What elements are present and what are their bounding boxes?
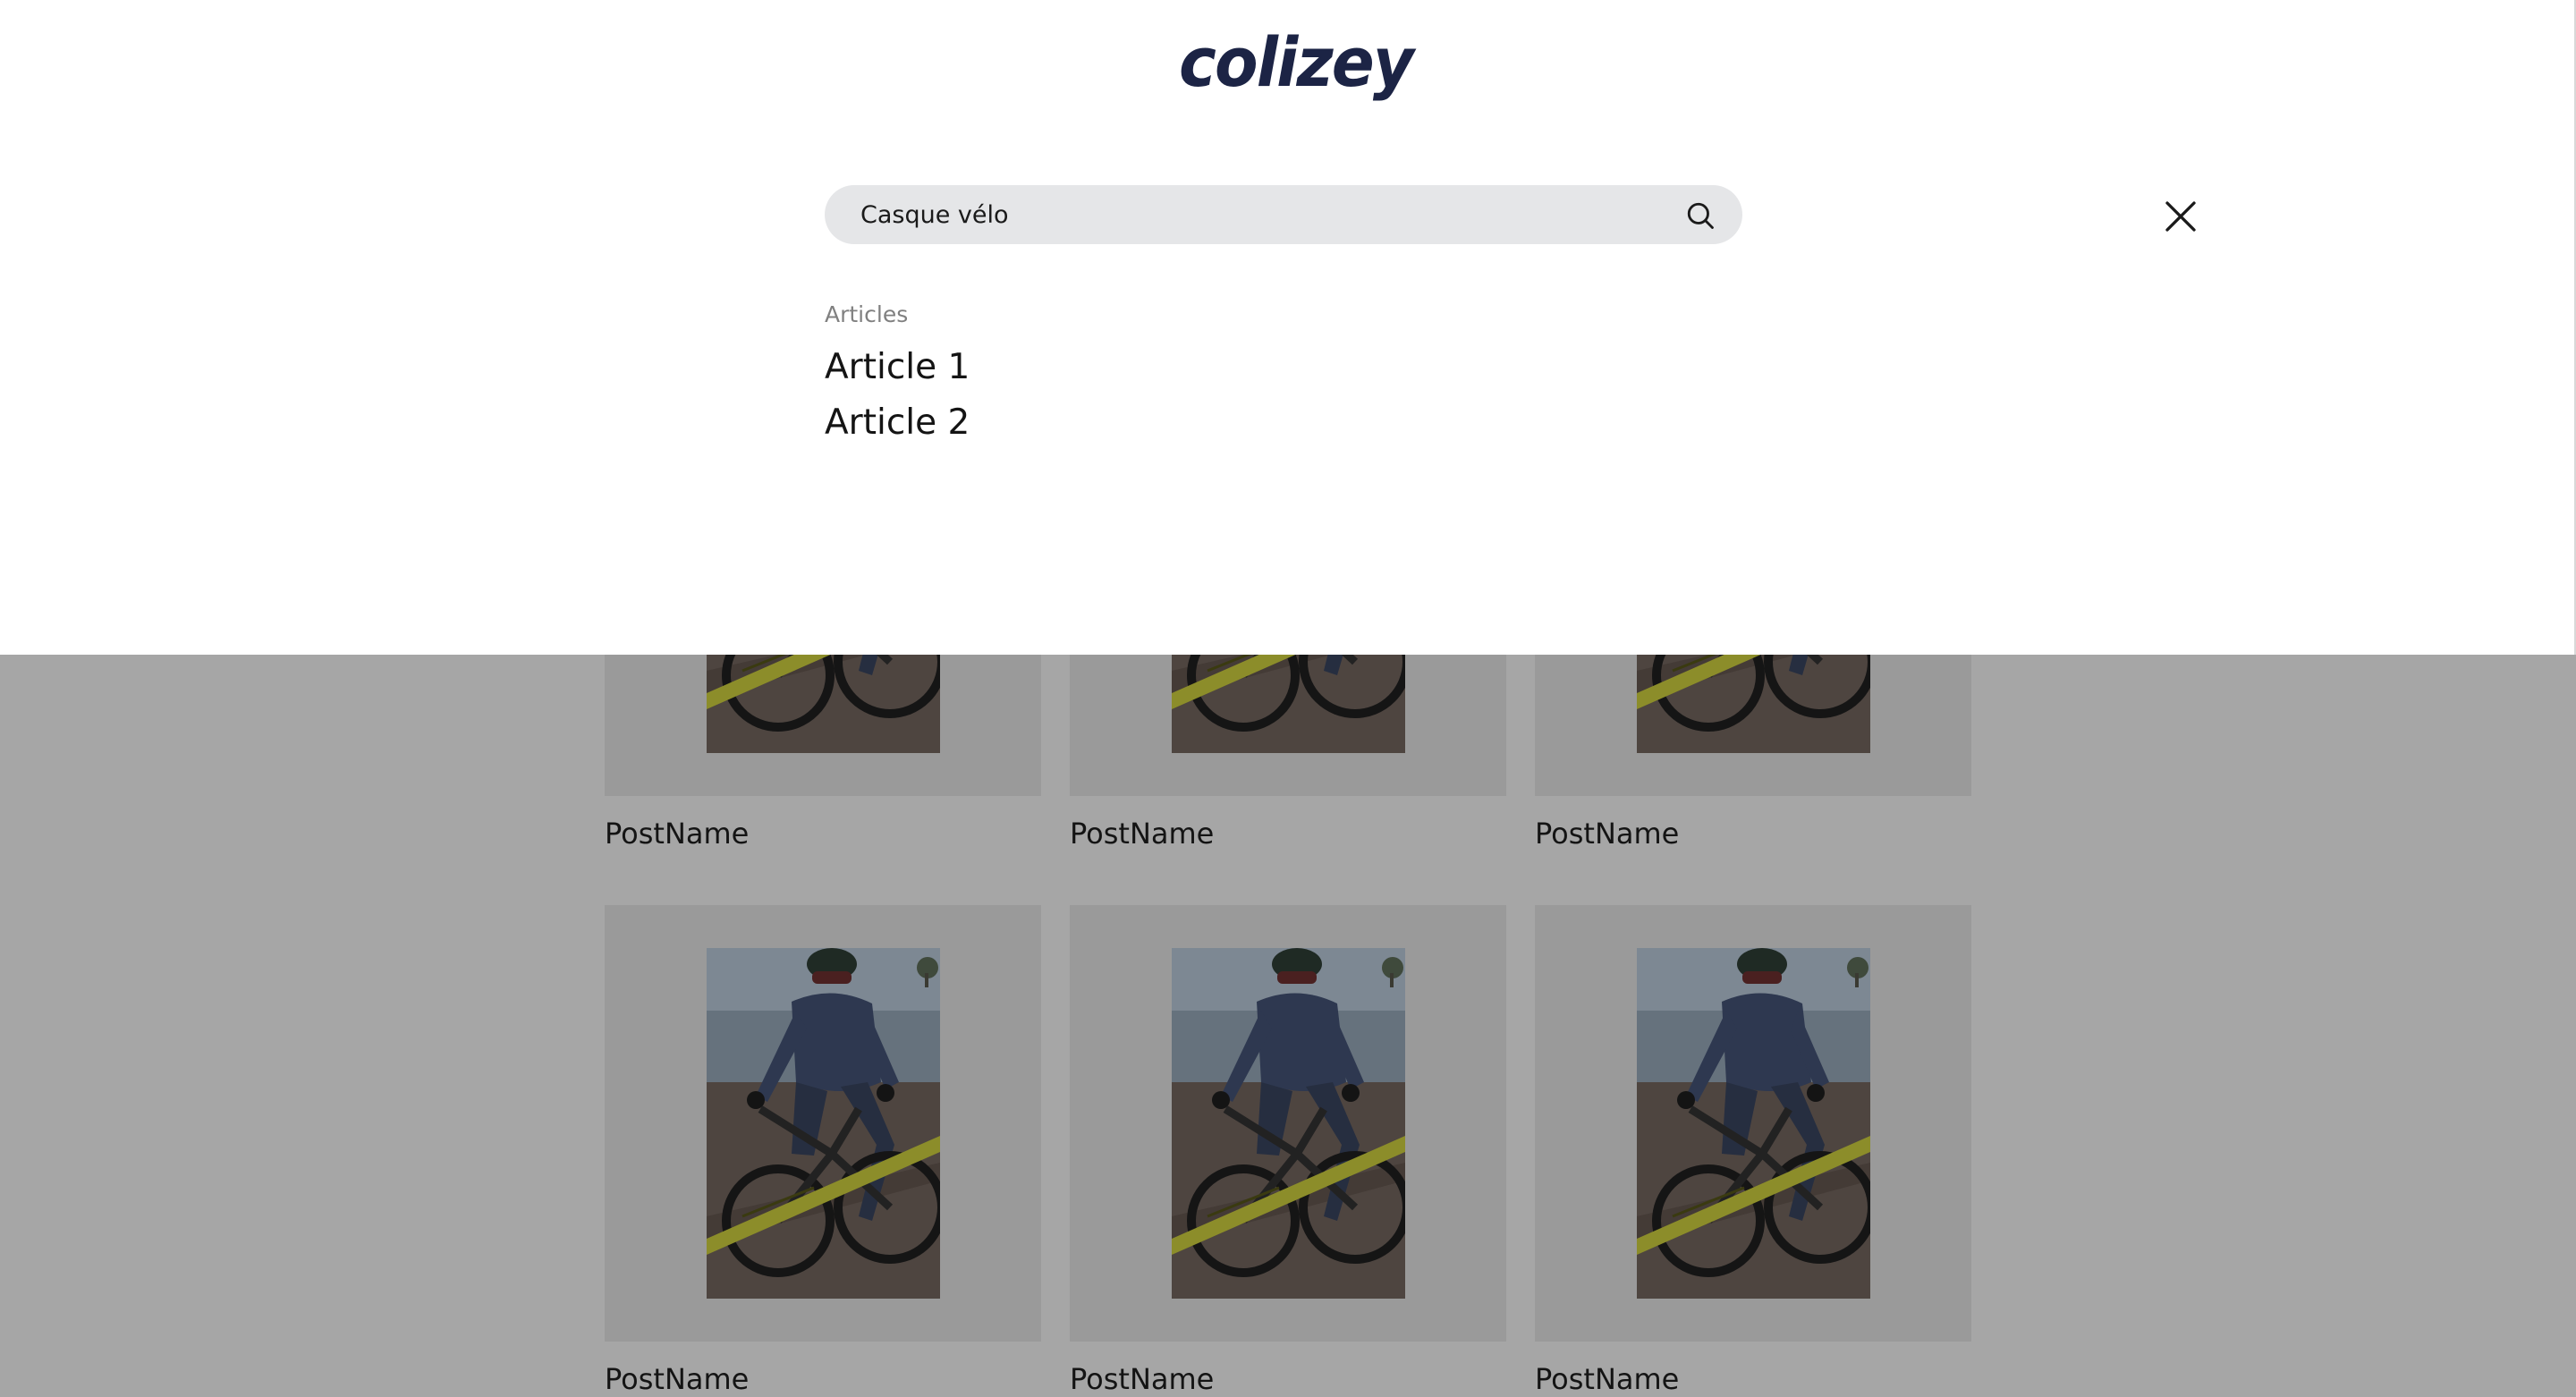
post-name[interactable]: PostName bbox=[605, 1361, 1041, 1397]
post-name[interactable]: PostName bbox=[1070, 1361, 1506, 1397]
post-name[interactable]: PostName bbox=[1535, 816, 1971, 851]
search-icon[interactable] bbox=[1685, 200, 1716, 231]
result-item[interactable]: Article 1 bbox=[825, 340, 1540, 395]
close-icon[interactable] bbox=[2163, 199, 2199, 234]
cyclist-image bbox=[707, 948, 940, 1299]
cyclist-photo bbox=[1637, 948, 1870, 1299]
post-card[interactable]: PostName bbox=[1070, 905, 1506, 1397]
cyclist-image bbox=[1637, 948, 1870, 1299]
post-name[interactable]: PostName bbox=[1070, 816, 1506, 851]
post-thumbnail bbox=[1070, 905, 1506, 1342]
post-thumbnail bbox=[605, 905, 1041, 1342]
search-bar[interactable] bbox=[825, 185, 1742, 244]
result-item[interactable]: Article 2 bbox=[825, 395, 1540, 451]
cyclist-photo bbox=[707, 948, 940, 1299]
search-results: Articles Article 1 Article 2 bbox=[825, 297, 1540, 451]
cyclist-photo bbox=[1172, 948, 1405, 1299]
search-input[interactable] bbox=[860, 185, 1648, 244]
post-thumbnail bbox=[1535, 905, 1971, 1342]
search-panel: colizey Articles Article 1 Article 2 bbox=[0, 0, 2576, 655]
results-heading: Articles bbox=[825, 301, 909, 327]
post-card[interactable]: PostName bbox=[605, 905, 1041, 1397]
post-card[interactable]: PostName bbox=[1535, 905, 1971, 1397]
post-name[interactable]: PostName bbox=[605, 816, 1041, 851]
cyclist-image bbox=[1172, 948, 1405, 1299]
post-name[interactable]: PostName bbox=[1535, 1361, 1971, 1397]
brand-logo[interactable]: colizey bbox=[1179, 18, 1414, 107]
